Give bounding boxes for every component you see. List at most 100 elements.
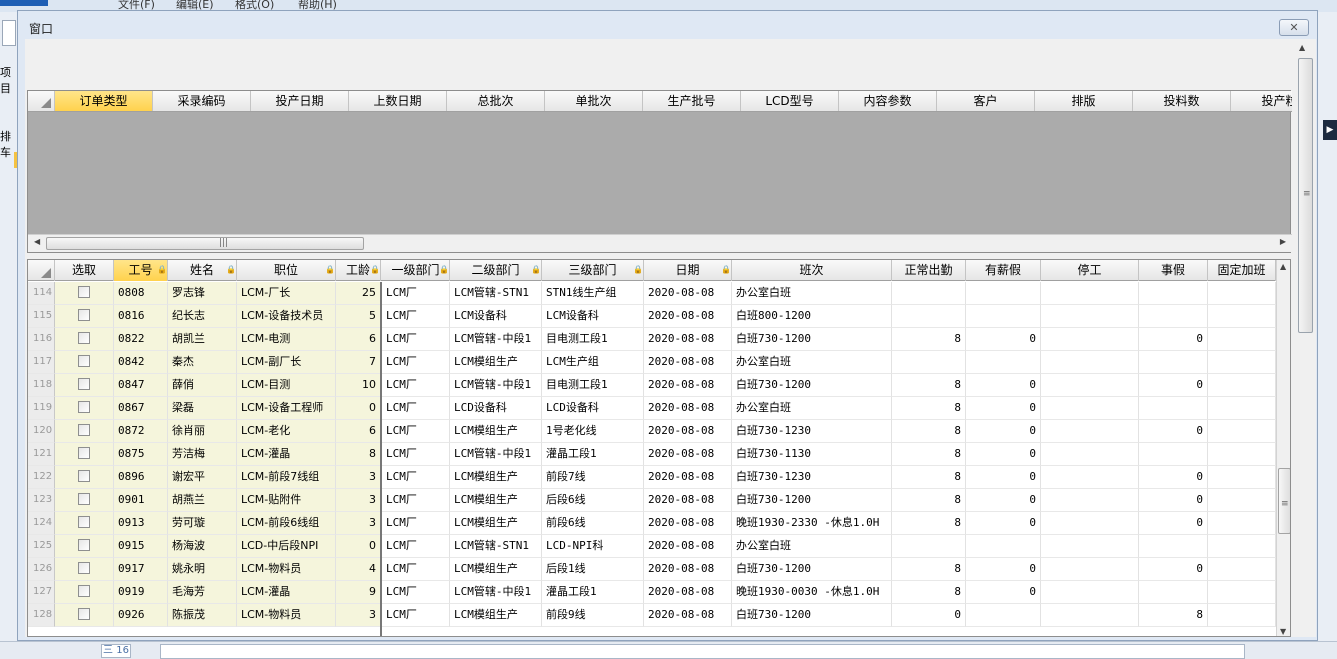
select-checkbox[interactable] (55, 374, 114, 397)
order-grid-hscroll[interactable]: ◀ ||| ▶ (28, 234, 1292, 252)
row-number[interactable]: 116 (28, 328, 55, 351)
select-checkbox[interactable] (55, 535, 114, 558)
checkbox[interactable] (78, 309, 90, 321)
select-checkbox[interactable] (55, 305, 114, 328)
row-number[interactable]: 124 (28, 512, 55, 535)
select-checkbox[interactable] (55, 466, 114, 489)
col-production-date[interactable]: 投产日期 (251, 91, 349, 111)
table-row[interactable]: 119 0867 梁磊 LCM-设备工程师 0 LCM厂 LCD设备科 LCD设备科 2020-… (28, 397, 1290, 420)
attendance-grid-vscroll[interactable]: ▲ ≡ ▼ (1276, 260, 1290, 636)
hscroll-thumb[interactable]: ||| (46, 237, 364, 250)
col-content-params[interactable]: 内容参数 (839, 91, 937, 111)
row-number[interactable]: 121 (28, 443, 55, 466)
col-single-batch[interactable]: 单批次 (545, 91, 643, 111)
table-row[interactable]: 125 0915 杨海波 LCD-中后段NPI 0 LCM厂 LCM管辖-STN1 LCD-N… (28, 535, 1290, 558)
checkbox[interactable] (78, 355, 90, 367)
grid-corner[interactable] (28, 260, 55, 281)
col-normal-attendance[interactable]: 正常出勤 (892, 260, 966, 281)
col-shift[interactable]: 班次 (732, 260, 892, 281)
col-personal-leave[interactable]: 事假 (1139, 260, 1208, 281)
table-row[interactable]: 116 0822 胡凯兰 LCM-电测 6 LCM厂 LCM管辖-中段1 目电测工段1 2020… (28, 328, 1290, 351)
col-paid-leave[interactable]: 有薪假 (966, 260, 1041, 281)
row-number[interactable]: 115 (28, 305, 55, 328)
col-dept-1[interactable]: 一级部门 🔒 (382, 260, 450, 281)
select-checkbox[interactable] (55, 282, 114, 305)
file-menu-button[interactable] (0, 0, 48, 6)
checkbox[interactable] (78, 401, 90, 413)
row-number[interactable]: 127 (28, 581, 55, 604)
checkbox[interactable] (78, 378, 90, 390)
checkbox[interactable] (78, 447, 90, 459)
col-production-qty[interactable]: 投产粒 (1231, 91, 1292, 111)
select-checkbox[interactable] (55, 512, 114, 535)
select-checkbox[interactable] (55, 443, 114, 466)
order-grid[interactable]: 订单类型 采录编码 投产日期 上数日期 总批次 单批次 生产批号 LCD型号 内… (27, 90, 1292, 253)
attendance-grid[interactable]: 选取 工号 🔒 姓名 🔒 职位 🔒 工龄 🔒 一级部门 🔒 二级部门 🔒 三级部门 🔒 日期 🔒… (27, 259, 1291, 637)
row-number[interactable]: 123 (28, 489, 55, 512)
scroll-down-icon[interactable]: ▼ (1280, 627, 1286, 636)
col-order-type[interactable]: 订单类型 (55, 91, 153, 111)
col-position[interactable]: 职位 🔒 (237, 260, 336, 281)
select-checkbox[interactable] (55, 351, 114, 374)
row-number[interactable]: 122 (28, 466, 55, 489)
checkbox[interactable] (78, 516, 90, 528)
col-dept-2[interactable]: 二级部门 🔒 (450, 260, 542, 281)
col-seniority[interactable]: 工龄 🔒 (336, 260, 381, 281)
table-row[interactable]: 120 0872 徐肖丽 LCM-老化 6 LCM厂 LCM模组生产 1号老化线 2020-08… (28, 420, 1290, 443)
table-row[interactable]: 124 0913 劳可璇 LCM-前段6线组 3 LCM厂 LCM模组生产 前段6线 2020-… (28, 512, 1290, 535)
checkbox[interactable] (78, 286, 90, 298)
col-record-code[interactable]: 采录编码 (153, 91, 251, 111)
col-total-batch[interactable]: 总批次 (447, 91, 545, 111)
select-checkbox[interactable] (55, 328, 114, 351)
row-number[interactable]: 118 (28, 374, 55, 397)
col-dept-3[interactable]: 三级部门 🔒 (542, 260, 644, 281)
expand-right-icon[interactable]: ▶ (1323, 120, 1337, 140)
select-checkbox[interactable] (55, 489, 114, 512)
col-customer[interactable]: 客户 (937, 91, 1035, 111)
row-number[interactable]: 126 (28, 558, 55, 581)
table-row[interactable]: 122 0896 谢宏平 LCM-前段7线组 3 LCM厂 LCM模组生产 前段7线 2020-… (28, 466, 1290, 489)
table-row[interactable]: 127 0919 毛海芳 LCM-灌晶 9 LCM厂 LCM管辖-中段1 灌晶工段1 2020-… (28, 581, 1290, 604)
col-stop-work[interactable]: 停工 (1041, 260, 1139, 281)
table-row[interactable]: 121 0875 芳洁梅 LCM-灌晶 8 LCM厂 LCM管辖-中段1 灌晶工段1 2020-… (28, 443, 1290, 466)
col-lot-number[interactable]: 生产批号 (643, 91, 741, 111)
row-number[interactable]: 117 (28, 351, 55, 374)
table-row[interactable]: 128 0926 陈振茂 LCM-物料员 3 LCM厂 LCM模组生产 前段9线 2020-08… (28, 604, 1290, 627)
col-fixed-overtime[interactable]: 固定加班 (1208, 260, 1276, 281)
row-number[interactable]: 114 (28, 282, 55, 305)
col-feed-qty[interactable]: 投料数 (1133, 91, 1231, 111)
status-input[interactable] (160, 644, 1245, 659)
scroll-right-icon[interactable]: ▶ (1280, 237, 1286, 246)
table-row[interactable]: 114 0808 罗志锋 LCM-厂长 25 LCM厂 LCM管辖-STN1 STN1线生产组… (28, 282, 1290, 305)
scroll-up-icon[interactable]: ▲ (1299, 43, 1305, 52)
select-checkbox[interactable] (55, 420, 114, 443)
row-number[interactable]: 119 (28, 397, 55, 420)
col-date[interactable]: 日期 🔒 (644, 260, 732, 281)
table-row[interactable]: 123 0901 胡燕兰 LCM-贴附件 3 LCM厂 LCM模组生产 后段6线 2020-08… (28, 489, 1290, 512)
checkbox[interactable] (78, 585, 90, 597)
table-row[interactable]: 117 0842 秦杰 LCM-副厂长 7 LCM厂 LCM模组生产 LCM生产组 2020-0… (28, 351, 1290, 374)
row-number[interactable]: 128 (28, 604, 55, 627)
col-lcd-model[interactable]: LCD型号 (741, 91, 839, 111)
window-vscroll[interactable]: ▲ ≡ (1295, 39, 1316, 637)
col-layout[interactable]: 排版 (1035, 91, 1133, 111)
col-employee-id[interactable]: 工号 🔒 (114, 260, 168, 281)
checkbox[interactable] (78, 539, 90, 551)
checkbox[interactable] (78, 608, 90, 620)
col-upload-date[interactable]: 上数日期 (349, 91, 447, 111)
vscroll-thumb[interactable]: ≡ (1298, 58, 1313, 333)
select-checkbox[interactable] (55, 558, 114, 581)
select-checkbox[interactable] (55, 604, 114, 627)
table-row[interactable]: 126 0917 姚永明 LCM-物料员 4 LCM厂 LCM模组生产 后段1线 2020-08… (28, 558, 1290, 581)
close-button[interactable]: ✕ (1279, 19, 1309, 36)
vscroll-thumb[interactable]: ≡ (1278, 468, 1290, 534)
col-name[interactable]: 姓名 🔒 (168, 260, 237, 281)
table-row[interactable]: 118 0847 薛俏 LCM-目测 10 LCM厂 LCM管辖-中段1 目电测工段1 2020… (28, 374, 1290, 397)
col-select[interactable]: 选取 (55, 260, 114, 281)
table-row[interactable]: 115 0816 纪长志 LCM-设备技术员 5 LCM厂 LCM设备科 LCM设备科 2020… (28, 305, 1290, 328)
grid-corner[interactable] (28, 91, 55, 111)
select-checkbox[interactable] (55, 581, 114, 604)
row-number[interactable]: 120 (28, 420, 55, 443)
document-icon[interactable] (2, 20, 16, 46)
checkbox[interactable] (78, 562, 90, 574)
